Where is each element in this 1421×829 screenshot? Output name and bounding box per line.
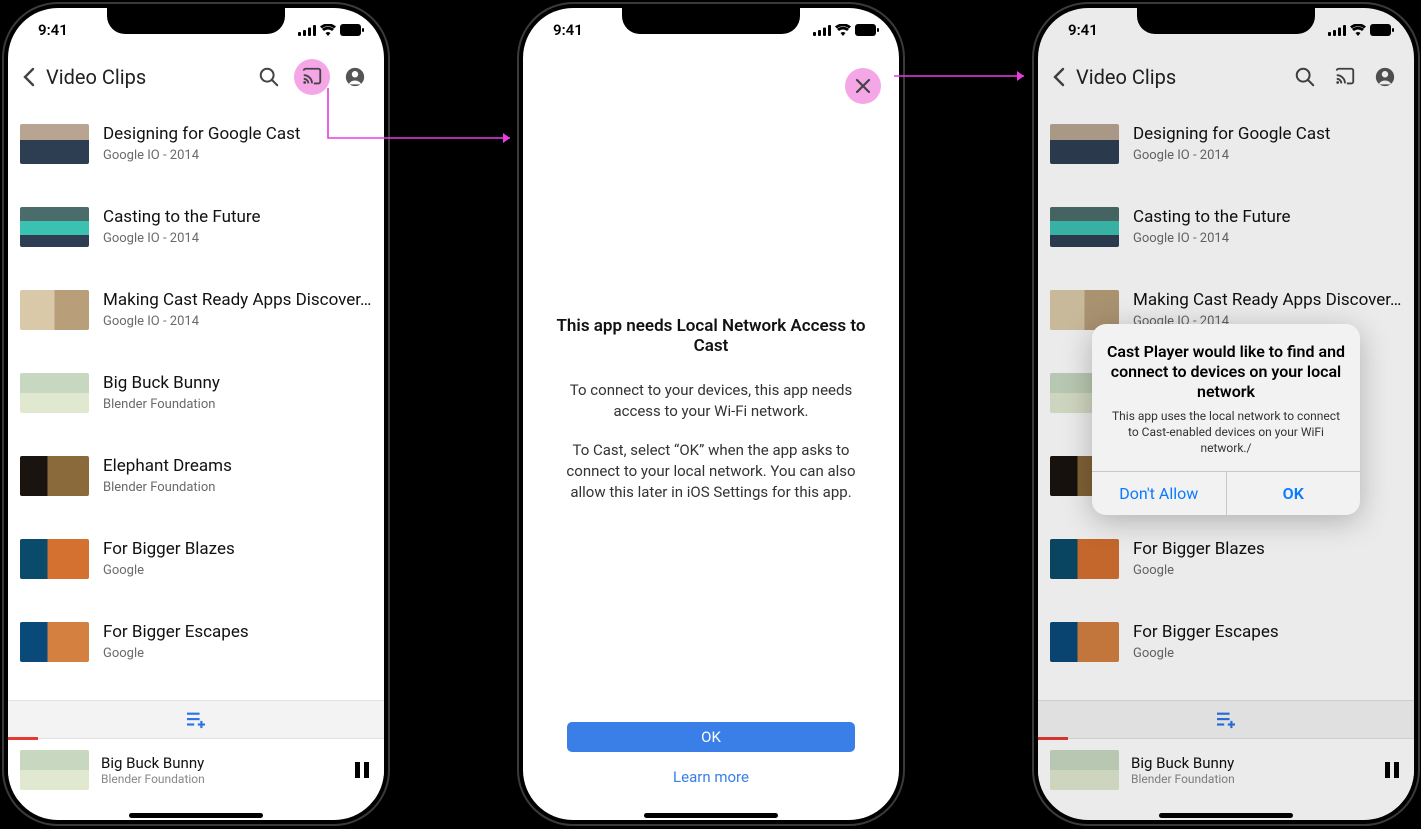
screen-1: 9:41 Video Clips Designing for Google Ca… (8, 8, 384, 820)
video-text: For Bigger Blazes Google (103, 539, 372, 578)
pause-icon[interactable] (352, 760, 372, 780)
account-icon (344, 66, 366, 88)
video-text: Elephant Dreams Blender Foundation (103, 456, 372, 495)
phone-1: 9:41 Video Clips Designing for Google Ca… (2, 2, 390, 826)
alert-ok-button[interactable]: OK (1226, 472, 1361, 515)
video-row[interactable]: Casting to the Future Google IO - 2014 (8, 185, 384, 268)
video-subtitle: Google IO - 2014 (103, 314, 372, 329)
search-icon (258, 66, 280, 88)
video-row[interactable]: Making Cast Ready Apps Discover... Google… (8, 268, 384, 351)
alert-dont-allow-button[interactable]: Don't Allow (1092, 472, 1226, 515)
video-thumb (20, 456, 89, 496)
video-subtitle: Google IO - 2014 (103, 148, 372, 163)
status-time: 9:41 (553, 21, 613, 39)
search-button[interactable] (254, 62, 284, 92)
video-text: For Bigger Escapes Google (103, 622, 372, 661)
video-title: Elephant Dreams (103, 456, 372, 476)
video-title: For Bigger Blazes (103, 539, 372, 559)
video-subtitle: Google IO - 2014 (103, 231, 372, 246)
notch (622, 4, 800, 34)
video-subtitle: Blender Foundation (103, 480, 372, 495)
video-subtitle: Blender Foundation (103, 397, 372, 412)
screen-3: 9:41 Video Clips Designing for Google Ca… (1038, 8, 1414, 820)
video-thumb (20, 290, 89, 330)
account-button[interactable] (340, 62, 370, 92)
interstitial-p2: To Cast, select “OK” when the app asks t… (551, 440, 871, 503)
back-icon[interactable] (22, 67, 36, 87)
now-playing-subtitle: Blender Foundation (101, 772, 340, 786)
phone-3: 9:41 Video Clips Designing for Google Ca… (1032, 2, 1420, 826)
now-playing-thumb (20, 750, 89, 790)
close-icon (854, 77, 872, 95)
close-button-highlighted[interactable] (845, 68, 881, 104)
battery-icon (340, 24, 364, 36)
now-playing-text: Big Buck Bunny Blender Foundation (101, 754, 340, 786)
video-thumb (20, 207, 89, 247)
local-network-alert: Cast Player would like to find and conne… (1092, 324, 1360, 515)
playlist-add-icon (185, 711, 207, 729)
now-playing-bar[interactable]: Big Buck Bunny Blender Foundation (8, 738, 384, 800)
interstitial-heading: This app needs Local Network Access to C… (551, 316, 871, 356)
video-row[interactable]: For Bigger Escapes Google (8, 600, 384, 683)
app-bar: Video Clips (8, 52, 384, 102)
video-text: Casting to the Future Google IO - 2014 (103, 207, 372, 246)
network-access-interstitial: This app needs Local Network Access to C… (523, 52, 899, 820)
learn-more-link[interactable]: Learn more (673, 768, 749, 786)
video-text: Big Buck Bunny Blender Foundation (103, 373, 372, 412)
video-thumb (20, 373, 89, 413)
home-indicator[interactable] (1159, 813, 1293, 818)
video-thumb (20, 124, 89, 164)
video-title: Making Cast Ready Apps Discover... (103, 290, 372, 310)
video-thumb (20, 622, 89, 662)
cast-button-highlighted[interactable] (294, 59, 330, 95)
ok-button[interactable]: OK (567, 722, 855, 752)
home-indicator[interactable] (644, 813, 778, 818)
video-text: Designing for Google Cast Google IO - 201… (103, 124, 372, 163)
wifi-icon (320, 24, 336, 36)
alert-title: Cast Player would like to find and conne… (1106, 342, 1346, 402)
alert-message: This app uses the local network to conne… (1106, 408, 1346, 457)
status-icons (809, 24, 879, 36)
video-row[interactable]: For Bigger Blazes Google (8, 517, 384, 600)
video-list[interactable]: Designing for Google Cast Google IO - 201… (8, 102, 384, 700)
notch (1137, 4, 1315, 34)
page-title: Video Clips (46, 65, 244, 89)
video-thumb (20, 539, 89, 579)
signal-icon (298, 25, 316, 36)
video-row[interactable]: Designing for Google Cast Google IO - 201… (8, 102, 384, 185)
video-row[interactable]: Big Buck Bunny Blender Foundation (8, 351, 384, 434)
queue-bar[interactable] (8, 700, 384, 738)
video-subtitle: Google (103, 563, 372, 578)
now-playing-title: Big Buck Bunny (101, 754, 340, 772)
video-title: Big Buck Bunny (103, 373, 372, 393)
interstitial-body: To connect to your devices, this app nee… (551, 380, 871, 521)
phone-2: 9:41 This app needs Local Network Access… (517, 2, 905, 826)
video-subtitle: Google (103, 646, 372, 661)
interstitial-p1: To connect to your devices, this app nee… (551, 380, 871, 422)
wifi-icon (835, 24, 851, 36)
video-title: Designing for Google Cast (103, 124, 372, 144)
status-icons (294, 24, 364, 36)
video-title: Casting to the Future (103, 207, 372, 227)
screen-2: 9:41 This app needs Local Network Access… (523, 8, 899, 820)
battery-icon (855, 24, 879, 36)
cast-icon (301, 66, 323, 88)
status-time: 9:41 (38, 21, 98, 39)
playback-progress (8, 737, 38, 740)
video-text: Making Cast Ready Apps Discover... Google… (103, 290, 372, 329)
video-title: For Bigger Escapes (103, 622, 372, 642)
video-row[interactable]: Elephant Dreams Blender Foundation (8, 434, 384, 517)
notch (107, 4, 285, 34)
home-indicator[interactable] (129, 813, 263, 818)
signal-icon (813, 25, 831, 36)
